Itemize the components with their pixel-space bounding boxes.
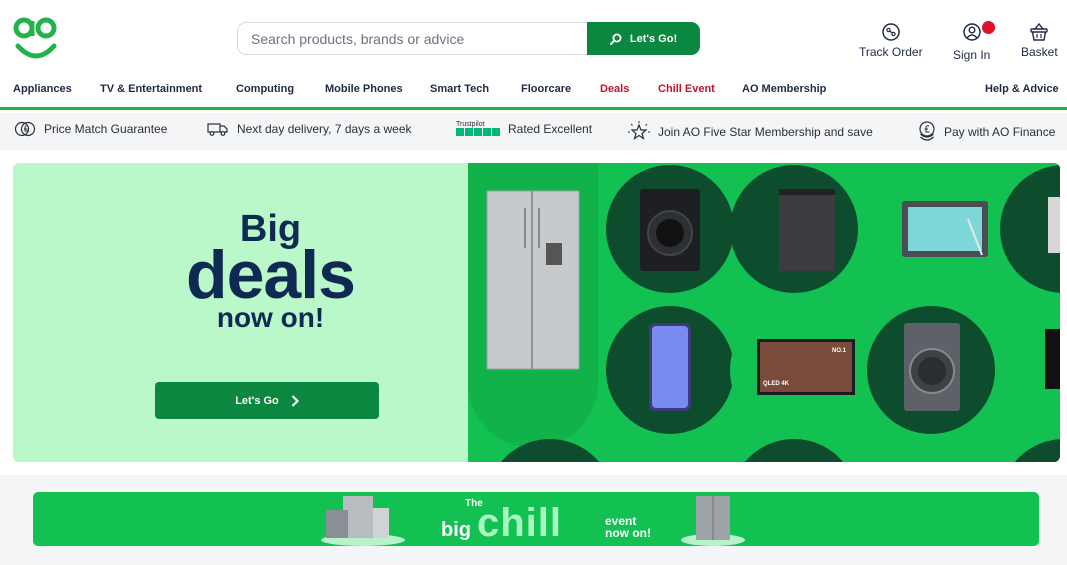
notification-dot xyxy=(981,21,995,34)
search-input[interactable] xyxy=(238,23,588,54)
smartphone-image xyxy=(649,323,691,411)
sign-in-button[interactable]: Sign In xyxy=(953,21,995,62)
nav-item-tv-entertainment[interactable]: TV & Entertainment xyxy=(100,83,202,95)
search-button[interactable]: Let's Go! xyxy=(587,22,700,55)
nav-item-appliances[interactable]: Appliances xyxy=(13,83,72,95)
sign-in-label: Sign In xyxy=(953,48,991,62)
usp-bar: Price Match Guarantee Next day delivery,… xyxy=(0,113,1067,150)
usp-rated-label: Rated Excellent xyxy=(508,121,593,136)
basket-label: Basket xyxy=(1021,45,1058,59)
chill-now-on: now on! xyxy=(605,526,651,540)
product-showcase: NO.1 QLED 4K xyxy=(468,163,1060,462)
search-icon xyxy=(609,33,622,45)
nav-item-computing[interactable]: Computing xyxy=(236,83,294,95)
nav-item-help-advice[interactable]: Help & Advice xyxy=(985,83,1059,95)
usp-finance-label: Pay with AO Finance xyxy=(944,125,1056,139)
tv-image: NO.1 QLED 4K xyxy=(757,339,855,395)
usp-price-match-label: Price Match Guarantee xyxy=(44,122,168,136)
hero-lets-go-button[interactable]: Let's Go xyxy=(155,382,379,419)
track-order-icon xyxy=(882,23,900,41)
usp-five-star-membership[interactable]: Join AO Five Star Membership and save xyxy=(628,121,873,143)
finance-coin-icon xyxy=(919,121,935,141)
track-order-button[interactable]: Track Order xyxy=(859,22,923,59)
nav-item-chill-event[interactable]: Chill Event xyxy=(658,83,715,95)
usp-trustpilot[interactable]: Trustpilot Rated Excellent xyxy=(456,121,592,136)
usp-delivery-label: Next day delivery, 7 days a week xyxy=(237,122,412,136)
chill-word-text: chill xyxy=(477,501,563,545)
nav-item-floorcare[interactable]: Floorcare xyxy=(521,83,571,95)
track-order-label: Track Order xyxy=(859,45,923,59)
price-match-icon xyxy=(14,121,36,137)
nav-item-ao-membership[interactable]: AO Membership xyxy=(742,83,826,95)
chill-event-text: event now on! xyxy=(605,515,651,539)
hero-title-line2: deals xyxy=(186,237,356,314)
basket-button[interactable]: Basket xyxy=(1021,22,1058,59)
basket-icon xyxy=(1030,22,1049,41)
tv-brand-text: QLED 4K xyxy=(763,381,790,387)
chill-event-banner[interactable]: The big chill event now on! xyxy=(33,492,1039,546)
nav-item-mobile-phones[interactable]: Mobile Phones xyxy=(325,83,403,95)
washing-machine-image xyxy=(640,189,700,271)
laptop-image xyxy=(1048,197,1060,253)
hero-title: Big deals now on! xyxy=(163,210,378,332)
trustpilot-logo: Trustpilot xyxy=(456,121,500,136)
user-icon xyxy=(962,23,981,41)
site-header: Let's Go! Track Order Sign In xyxy=(0,0,1067,80)
usp-next-day-delivery[interactable]: Next day delivery, 7 days a week xyxy=(207,121,412,137)
tv-badge-text: NO.1 xyxy=(832,348,847,354)
hero-button-label: Let's Go xyxy=(235,394,279,407)
hero-banner[interactable]: Big deals now on! Let's Go NO.1 QLED 4K xyxy=(13,163,1060,462)
ao-logo[interactable] xyxy=(12,16,60,64)
star-icon xyxy=(628,121,650,140)
nav-item-deals[interactable]: Deals xyxy=(600,83,629,95)
delivery-truck-icon xyxy=(207,123,228,136)
dishwasher-image xyxy=(779,189,835,271)
trustpilot-brand: Trustpilot xyxy=(456,121,485,128)
chevron-right-icon xyxy=(291,394,299,407)
chill-right-products-image xyxy=(681,496,745,546)
chill-left-products-image xyxy=(321,496,405,546)
main-nav: Appliances TV & Entertainment Computing … xyxy=(0,80,1067,110)
search-bar: Let's Go! xyxy=(237,22,700,55)
nav-item-smart-tech[interactable]: Smart Tech xyxy=(430,83,489,95)
chill-big-text: big xyxy=(441,519,471,541)
fridge-image xyxy=(486,190,580,370)
washer-dryer-image xyxy=(904,323,960,411)
usp-price-match[interactable]: Price Match Guarantee xyxy=(14,121,167,137)
usp-membership-label: Join AO Five Star Membership and save xyxy=(658,125,873,139)
search-button-label: Let's Go! xyxy=(629,32,678,45)
usp-ao-finance[interactable]: Pay with AO Finance xyxy=(918,121,1055,143)
tablet-image xyxy=(902,201,988,257)
